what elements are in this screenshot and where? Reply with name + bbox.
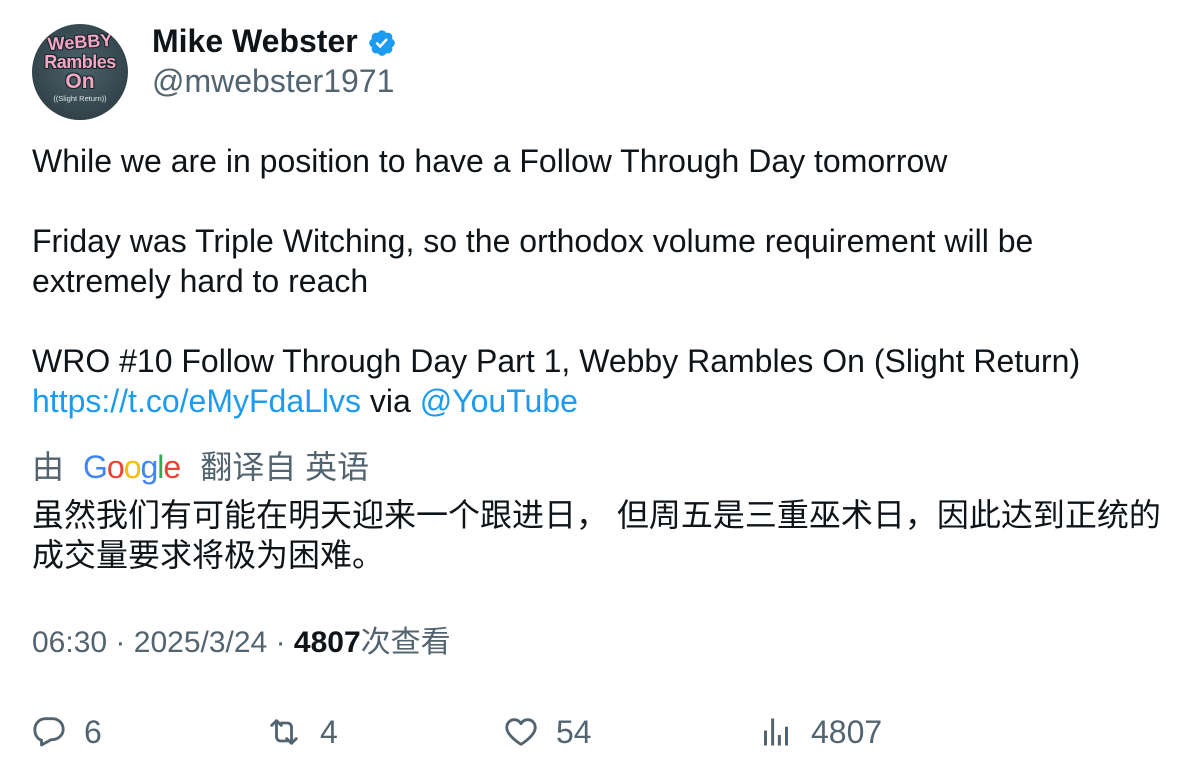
reply-icon[interactable] — [31, 714, 67, 750]
google-logo: Google — [83, 447, 181, 487]
retweet-button[interactable]: 4 — [266, 712, 338, 752]
translation-attribution: 由 Google 翻译自 英语 — [32, 447, 369, 487]
tweet-paragraph-video: WRO #10 Follow Through Day Part 1, Webby… — [32, 341, 1168, 421]
views-chart-icon[interactable] — [758, 714, 794, 750]
tweet-time[interactable]: 06:30 — [32, 626, 107, 659]
translation-prefix: 由 — [32, 449, 65, 485]
tweet-paragraph: Friday was Triple Witching, so the ortho… — [32, 223, 1034, 299]
tweet-paragraph: While we are in position to have a Follo… — [32, 143, 948, 179]
avatar-text-line3: On — [65, 70, 95, 93]
view-count: 4807 — [293, 626, 361, 659]
like-count: 54 — [556, 714, 592, 750]
video-link[interactable]: https://t.co/eMyFdaLlvs — [32, 383, 361, 419]
reply-button[interactable]: 6 — [31, 712, 102, 752]
retweet-count: 4 — [320, 714, 338, 750]
avatar[interactable]: WeBBY Rambles On ((Slight Return)) — [32, 24, 128, 120]
avatar-text-line1: WeBBY — [47, 29, 113, 55]
via-text: via — [369, 383, 411, 419]
heart-icon[interactable] — [503, 714, 539, 750]
translated-text: 虽然我们有可能在明天迎来一个跟进日， 但周五是三重巫术日，因此达到正统的成交量要… — [32, 497, 1161, 573]
google-logo-letter: e — [163, 449, 181, 485]
avatar-text-line2: Rambles — [44, 52, 116, 72]
google-logo-letter: G — [83, 449, 108, 485]
tweet-text: While we are in position to have a Follo… — [32, 141, 1168, 421]
user-handle[interactable]: @mwebster1971 — [152, 61, 397, 101]
google-logo-letter: o — [123, 449, 142, 485]
reply-count: 6 — [84, 714, 102, 750]
views-button[interactable]: 4807 — [758, 712, 882, 752]
name-row: Mike Webster — [152, 21, 397, 61]
google-logo-letter: o — [106, 449, 125, 485]
tweet-date[interactable]: 2025/3/24 — [134, 626, 267, 659]
video-title-text: WRO #10 Follow Through Day Part 1, Webby… — [32, 343, 1081, 379]
views-count: 4807 — [811, 714, 883, 750]
user-info: Mike Webster @mwebster1971 — [152, 21, 397, 101]
tweet-meta: 06:30 · 2025/3/24 · 4807次查看 — [32, 623, 451, 663]
translation-source-language: 翻译自 英语 — [200, 449, 370, 485]
avatar-text-line4: ((Slight Return)) — [53, 94, 107, 103]
meta-separator: · — [275, 626, 286, 659]
verified-badge-icon[interactable] — [367, 28, 397, 58]
youtube-mention-link[interactable]: @YouTube — [420, 383, 578, 419]
display-name[interactable]: Mike Webster — [152, 21, 358, 61]
view-count-label: 次查看 — [360, 626, 451, 659]
retweet-icon[interactable] — [266, 714, 302, 750]
google-logo-letter: g — [140, 449, 159, 485]
like-button[interactable]: 54 — [503, 712, 592, 752]
meta-separator: · — [115, 626, 126, 659]
